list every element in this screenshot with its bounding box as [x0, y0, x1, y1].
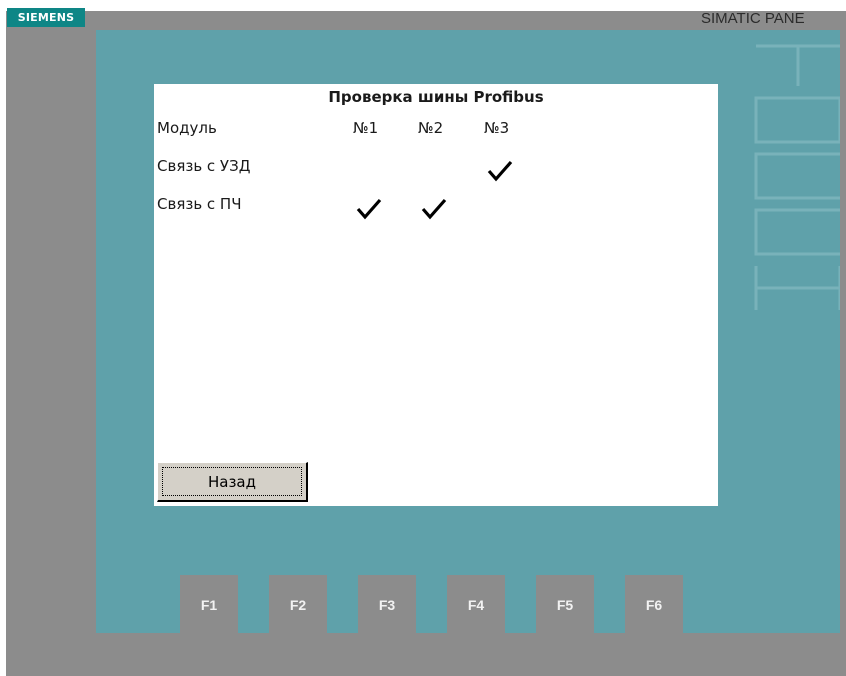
siemens-logo: SIEMENS	[7, 8, 85, 27]
model-label: SIMATIC PANE	[701, 10, 805, 27]
f6-key[interactable]: F6	[625, 575, 683, 633]
check-mark-icon	[487, 160, 513, 182]
row-label-uzd: Связь с УЗД	[157, 157, 251, 175]
touch-label	[746, 40, 840, 310]
back-button[interactable]: Назад	[157, 462, 308, 502]
column-header-1: №1	[353, 119, 379, 137]
row-label-pch: Связь с ПЧ	[157, 195, 242, 213]
f2-key[interactable]: F2	[269, 575, 327, 633]
f5-key[interactable]: F5	[536, 575, 594, 633]
check-mark-icon	[356, 198, 382, 220]
screen-title: Проверка шины Profibus	[328, 88, 544, 106]
back-button-label: Назад	[162, 467, 302, 496]
f4-key[interactable]: F4	[447, 575, 505, 633]
check-mark-icon	[421, 198, 447, 220]
module-header-label: Модуль	[157, 119, 217, 137]
column-header-3: №3	[484, 119, 510, 137]
column-header-2: №2	[418, 119, 444, 137]
f3-key[interactable]: F3	[358, 575, 416, 633]
f1-key[interactable]: F1	[180, 575, 238, 633]
hmi-screen: Проверка шины Profibus Модуль №1 №2 №3 С…	[154, 84, 718, 506]
